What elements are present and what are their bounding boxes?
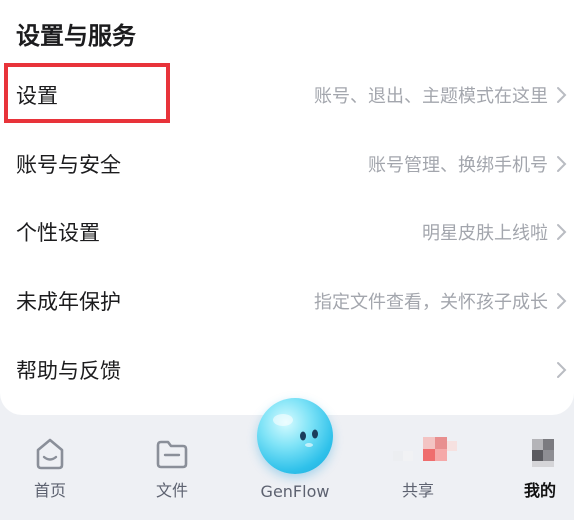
tab-label: 文件 bbox=[155, 481, 188, 500]
chevron-right-icon bbox=[557, 87, 567, 103]
row-description: 明星皮肤上线啦 bbox=[422, 223, 548, 244]
tab-label: 共享 bbox=[401, 481, 434, 500]
tab-label: 我的 bbox=[523, 481, 556, 500]
tab-mine[interactable]: 我的 bbox=[495, 437, 574, 501]
row-description: 账号、退出、主题模式在这里 bbox=[314, 86, 548, 107]
tab-home[interactable]: 首页 bbox=[5, 437, 95, 501]
chevron-right-icon bbox=[557, 362, 567, 378]
row-description: 账号管理、换绑手机号 bbox=[368, 155, 548, 176]
row-label: 账号与安全 bbox=[16, 153, 121, 177]
row-label: 个性设置 bbox=[16, 221, 100, 245]
chevron-right-icon bbox=[557, 224, 567, 240]
section-title: 设置与服务 bbox=[16, 22, 136, 50]
row-help-feedback[interactable]: 帮助与反馈 bbox=[0, 342, 574, 398]
highlight-box bbox=[4, 63, 170, 123]
row-label: 未成年保护 bbox=[16, 290, 121, 314]
row-account-security[interactable]: 账号与安全 账号管理、换绑手机号 bbox=[0, 136, 574, 192]
tab-label: 首页 bbox=[33, 481, 66, 500]
tab-share[interactable]: 共享 bbox=[373, 437, 463, 501]
genflow-label: GenFlow bbox=[260, 482, 330, 501]
genflow-mascot-icon bbox=[273, 414, 318, 447]
row-label: 帮助与反馈 bbox=[16, 359, 121, 383]
tab-files[interactable]: 文件 bbox=[127, 437, 217, 501]
row-personalization[interactable]: 个性设置 明星皮肤上线啦 bbox=[0, 204, 574, 260]
chevron-right-icon bbox=[557, 293, 567, 309]
profile-icon-blurred bbox=[532, 439, 554, 467]
share-icon-blurred bbox=[393, 437, 457, 461]
home-face-icon bbox=[36, 438, 64, 470]
row-description: 指定文件查看，关怀孩子成长 bbox=[314, 292, 548, 313]
genflow-button[interactable] bbox=[257, 398, 333, 474]
folder-icon bbox=[156, 440, 188, 469]
row-minor-protection[interactable]: 未成年保护 指定文件查看，关怀孩子成长 bbox=[0, 273, 574, 329]
chevron-right-icon bbox=[557, 156, 567, 172]
